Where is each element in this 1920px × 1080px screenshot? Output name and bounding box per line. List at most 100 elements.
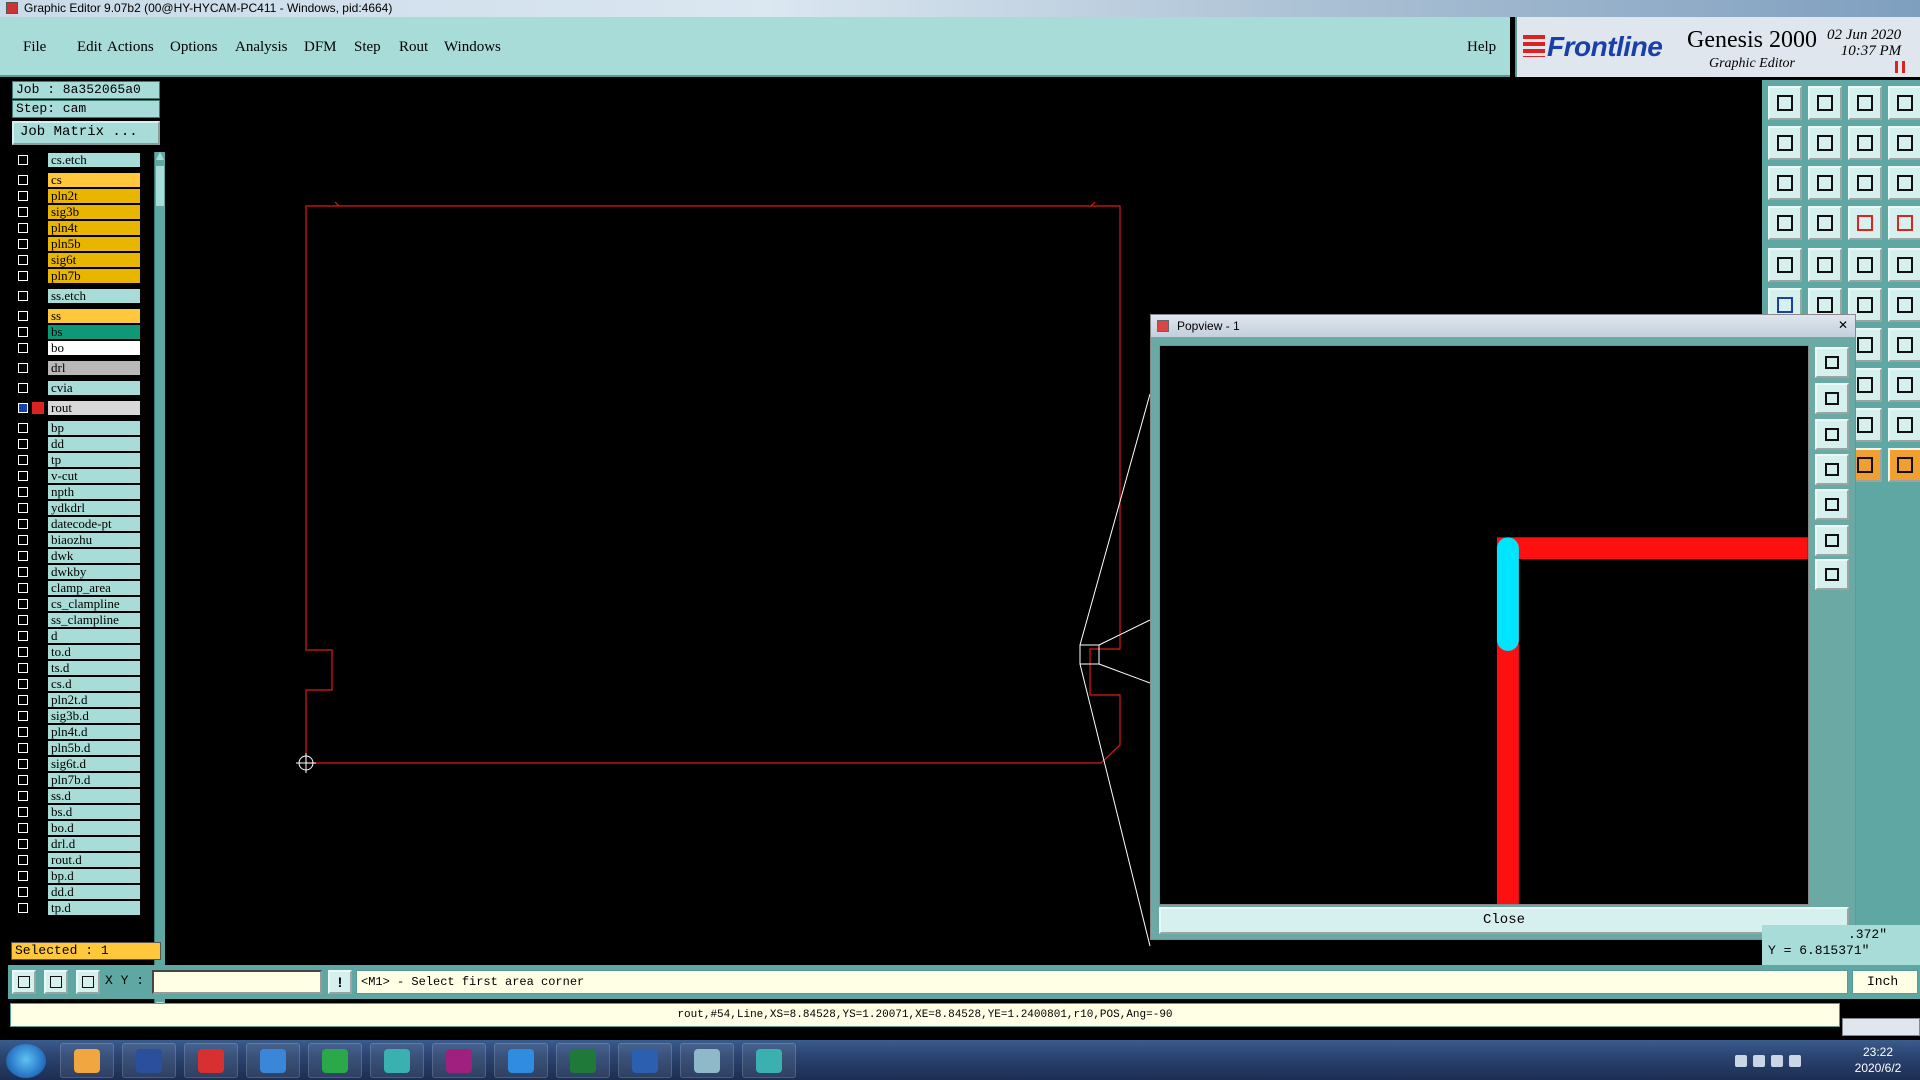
tray-volume-icon[interactable] — [1789, 1055, 1801, 1067]
layer-row[interactable]: sig3b — [14, 205, 140, 219]
layer-row[interactable]: bp — [14, 421, 140, 435]
layer-checkbox[interactable] — [18, 343, 28, 353]
layer-checkbox[interactable] — [18, 327, 28, 337]
tray-network-icon[interactable] — [1771, 1055, 1783, 1067]
layer-checkbox[interactable] — [18, 155, 28, 165]
layer-checkbox[interactable] — [18, 839, 28, 849]
popview-tool-down-icon[interactable] — [1815, 419, 1849, 450]
dot-icon[interactable] — [1888, 248, 1920, 282]
layer-checkbox[interactable] — [18, 631, 28, 641]
layer-checkbox[interactable] — [18, 311, 28, 321]
taskbar-app-11[interactable] — [742, 1043, 796, 1078]
layer-row[interactable]: cs — [14, 173, 140, 187]
layer-checkbox[interactable] — [18, 551, 28, 561]
layer-checkbox[interactable] — [18, 775, 28, 785]
measure-icon[interactable] — [1808, 248, 1842, 282]
layer-scrollbar[interactable] — [154, 152, 165, 1012]
xy-input[interactable] — [152, 970, 322, 994]
layer-row[interactable]: cs.etch — [14, 153, 140, 167]
layer-checkbox[interactable] — [18, 759, 28, 769]
layer-row[interactable]: v-cut — [14, 469, 140, 483]
layer-row[interactable]: drl — [14, 361, 140, 375]
move-left-icon[interactable] — [1768, 126, 1802, 160]
taskbar-app-3[interactable] — [184, 1043, 238, 1078]
layer-checkbox[interactable] — [18, 383, 28, 393]
scale-icon[interactable] — [1848, 166, 1882, 200]
layer-down-icon[interactable] — [1808, 86, 1842, 120]
layer-checkbox[interactable] — [18, 439, 28, 449]
layer-checkbox[interactable] — [18, 455, 28, 465]
taskbar-app-1[interactable] — [60, 1043, 114, 1078]
route2-icon[interactable] — [1888, 288, 1920, 322]
layer-row[interactable]: datecode-pt — [14, 517, 140, 531]
highlighted-segment[interactable] — [1496, 537, 1519, 651]
popview-tool-up-icon[interactable] — [1815, 383, 1849, 414]
layer-row[interactable]: tp — [14, 453, 140, 467]
layer-row[interactable]: ss_clampline — [14, 613, 140, 627]
menu-file[interactable]: File — [23, 39, 46, 56]
popview-close-button[interactable]: Close — [1159, 907, 1849, 934]
taskbar-app-8[interactable] — [494, 1043, 548, 1078]
tray-flag-icon[interactable] — [1753, 1055, 1765, 1067]
menu-rout[interactable]: Rout — [399, 39, 428, 56]
layer-row[interactable]: rout — [14, 401, 140, 415]
layer-checkbox[interactable] — [18, 807, 28, 817]
menu-edit[interactable]: Edit — [77, 39, 102, 56]
layer-checkbox[interactable] — [18, 191, 28, 201]
snap-icon[interactable] — [1768, 206, 1802, 240]
move-right-icon[interactable] — [1808, 126, 1842, 160]
layer-row[interactable]: pln4t — [14, 221, 140, 235]
layer-row[interactable]: bs.d — [14, 805, 140, 819]
layer-row[interactable]: drl.d — [14, 837, 140, 851]
layer-checkbox[interactable] — [18, 823, 28, 833]
layer-checkbox[interactable] — [18, 711, 28, 721]
layer-checkbox[interactable] — [18, 271, 28, 281]
layer-checkbox[interactable] — [18, 855, 28, 865]
layer-row[interactable]: ss.etch — [14, 289, 140, 303]
menu-windows[interactable]: Windows — [444, 39, 501, 56]
layer-checkbox[interactable] — [18, 239, 28, 249]
layer-row[interactable]: to.d — [14, 645, 140, 659]
popview-tool-zoom-icon[interactable] — [1815, 347, 1849, 378]
layer-checkbox[interactable] — [18, 363, 28, 373]
layer-checkbox[interactable] — [18, 223, 28, 233]
taskbar-app-2[interactable] — [122, 1043, 176, 1078]
grid-icon[interactable] — [76, 970, 100, 994]
layer-row[interactable]: pln5b.d — [14, 741, 140, 755]
menu-actions[interactable]: Actions — [107, 39, 154, 56]
layer-row[interactable]: npth — [14, 485, 140, 499]
angle4-icon[interactable] — [1888, 408, 1920, 442]
layer-checkbox[interactable] — [18, 695, 28, 705]
layer-row[interactable]: clamp_area — [14, 581, 140, 595]
layer-checkbox[interactable] — [18, 727, 28, 737]
layer-row[interactable]: bo.d — [14, 821, 140, 835]
menu-dfm[interactable]: DFM — [304, 39, 337, 56]
status-help-icon[interactable] — [1842, 1018, 1920, 1036]
layer-row[interactable]: sig3b.d — [14, 709, 140, 723]
taskbar-app-10[interactable] — [680, 1043, 734, 1078]
layer-row[interactable]: dwkby — [14, 565, 140, 579]
taskbar-app-word[interactable] — [618, 1043, 672, 1078]
layer-row[interactable]: sig6t — [14, 253, 140, 267]
layer-checkbox[interactable] — [18, 291, 28, 301]
popview-window[interactable]: Popview - 1 ✕ Close — [1150, 314, 1856, 940]
layer-checkbox[interactable] — [18, 663, 28, 673]
tray-up-icon[interactable] — [1735, 1055, 1747, 1067]
layer-row[interactable]: dwk — [14, 549, 140, 563]
frame3-icon[interactable] — [1888, 328, 1920, 362]
layer-row[interactable]: bo — [14, 341, 140, 355]
layer-row[interactable]: tp.d — [14, 901, 140, 915]
pause-icon[interactable] — [1895, 61, 1905, 73]
popview-tool-home-icon[interactable] — [1815, 559, 1849, 590]
net4-icon[interactable] — [1888, 368, 1920, 402]
job-matrix-button[interactable]: Job Matrix ... — [12, 121, 160, 145]
popview-close-icon[interactable]: ✕ — [1835, 318, 1851, 333]
layer-row[interactable]: pln2t.d — [14, 693, 140, 707]
scroll-thumb[interactable] — [156, 166, 164, 206]
layer-row[interactable]: dd.d — [14, 885, 140, 899]
taskbar-app-7[interactable] — [432, 1043, 486, 1078]
pointer4-icon[interactable] — [1888, 448, 1920, 482]
execute-button[interactable]: ! — [328, 970, 352, 994]
snap-grid-icon[interactable] — [12, 970, 36, 994]
layer-checkbox[interactable] — [18, 599, 28, 609]
